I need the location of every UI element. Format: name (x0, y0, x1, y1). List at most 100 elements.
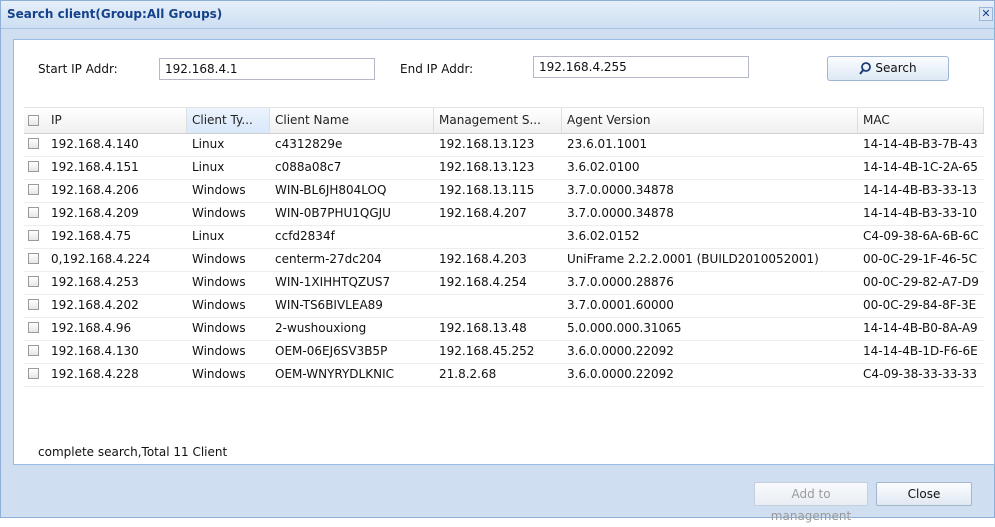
column-header-agent-version[interactable]: Agent Version (562, 108, 858, 133)
cell-client-name: 2-wushouxiong (275, 321, 367, 335)
table-row[interactable]: 0,192.168.4.224 Windows centerm-27dc204 192… (24, 248, 984, 272)
cell-management-server: 192.168.13.115 (439, 183, 535, 197)
table-row[interactable]: 192.168.4.202 Windows WIN-TS6BIVLEA89 3.7.0… (24, 294, 984, 318)
cell-agent-version: 3.6.0.0000.22092 (567, 344, 674, 358)
table-row[interactable]: 192.168.4.130 Windows OEM-06EJ6SV3B5P 192.1… (24, 340, 984, 364)
cell-management-server: 192.168.45.252 (439, 344, 535, 358)
cell-mac: C4-09-38-6A-6B-6C (863, 229, 979, 243)
cell-client-name: centerm-27dc204 (275, 252, 382, 266)
table-row[interactable]: 192.168.4.140 Linux c4312829e 192.168.13.12… (24, 133, 984, 157)
row-checkbox[interactable] (28, 207, 39, 218)
cell-ip: 192.168.4.253 (51, 275, 139, 289)
magnifier-icon (859, 60, 872, 83)
search-client-dialog: Search client(Group:All Groups) ✕ Start … (0, 0, 995, 523)
cell-client-type: Windows (192, 275, 246, 289)
end-ip-label: End IP Addr: (400, 62, 474, 76)
cell-mac: C4-09-38-33-33-33 (863, 367, 978, 381)
column-header-client-name[interactable]: Client Name (270, 108, 434, 133)
cell-client-type: Linux (192, 160, 225, 174)
column-header-management-server[interactable]: Management S... (434, 108, 562, 133)
cell-ip: 192.168.4.228 (51, 367, 139, 381)
cell-management-server: 192.168.13.48 (439, 321, 527, 335)
cell-mac: 00-0C-29-82-A7-D9 (863, 275, 979, 289)
dialog-title: Search client(Group:All Groups) (7, 7, 223, 21)
status-text: complete search,Total 11 Client (38, 445, 228, 459)
cell-client-name: WIN-0B7PHU1QGJU (275, 206, 391, 220)
row-checkbox[interactable] (28, 368, 39, 379)
column-header-mac[interactable]: MAC (858, 108, 984, 133)
column-header-client-type[interactable]: Client Ty... (187, 108, 270, 133)
cell-ip: 192.168.4.96 (51, 321, 132, 335)
cell-management-server: 192.168.4.254 (439, 275, 527, 289)
search-button-label: Search (875, 61, 917, 75)
row-checkbox[interactable] (28, 345, 39, 356)
row-checkbox[interactable] (28, 184, 39, 195)
cell-client-type: Windows (192, 252, 246, 266)
cell-mac: 14-14-4B-B3-33-13 (863, 183, 978, 197)
cell-mac: 00-0C-29-84-8F-3E (863, 298, 977, 312)
row-checkbox[interactable] (28, 230, 39, 241)
table-row[interactable]: 192.168.4.253 Windows WIN-1XIHHTQZUS7 192.1… (24, 271, 984, 295)
row-checkbox[interactable] (28, 253, 39, 264)
cell-client-name: ccfd2834f (275, 229, 335, 243)
row-checkbox[interactable] (28, 161, 39, 172)
select-all-checkbox[interactable] (28, 115, 39, 126)
column-header-ip[interactable]: IP (46, 108, 187, 133)
cell-agent-version: 3.6.0.0000.22092 (567, 367, 674, 381)
cell-agent-version: 23.6.01.1001 (567, 137, 648, 151)
cell-mac: 14-14-4B-1D-F6-6E (863, 344, 978, 358)
row-checkbox[interactable] (28, 138, 39, 149)
cell-client-type: Windows (192, 321, 246, 335)
cell-mac: 00-0C-29-1F-46-5C (863, 252, 978, 266)
client-grid: IP Client Ty... Client Name Management S...… (24, 107, 984, 428)
cell-ip: 192.168.4.206 (51, 183, 139, 197)
cell-agent-version: 3.7.0.0000.34878 (567, 183, 674, 197)
cell-client-type: Linux (192, 137, 225, 151)
table-row[interactable]: 192.168.4.151 Linux c088a08c7 192.168.13.12… (24, 156, 984, 180)
table-row[interactable]: 192.168.4.75 Linux ccfd2834f 3.6.02.0152 C4-… (24, 225, 984, 249)
search-panel: Start IP Addr: End IP Addr: Search IPCli… (13, 39, 995, 465)
cell-management-server (434, 294, 562, 317)
cell-client-type: Windows (192, 298, 246, 312)
row-checkbox[interactable] (28, 299, 39, 310)
add-to-management-button[interactable]: Add to management (754, 482, 868, 523)
cell-ip: 0,192.168.4.224 (51, 252, 151, 266)
cell-client-name: WIN-BL6JH804LOQ (275, 183, 387, 197)
cell-client-type: Windows (192, 344, 246, 358)
cell-ip: 192.168.4.209 (51, 206, 139, 220)
cell-ip: 192.168.4.202 (51, 298, 139, 312)
search-button[interactable]: Search (827, 56, 949, 81)
cell-agent-version: 3.6.02.0100 (567, 160, 640, 174)
cell-ip: 192.168.4.151 (51, 160, 139, 174)
cell-ip: 192.168.4.130 (51, 344, 139, 358)
dialog-titlebar[interactable]: Search client(Group:All Groups) ✕ (1, 1, 994, 29)
table-row[interactable]: 192.168.4.206 Windows WIN-BL6JH804LOQ 192.1… (24, 179, 984, 203)
cell-client-name: OEM-WNYRYDLKNIC (275, 367, 394, 381)
cell-client-name: WIN-1XIHHTQZUS7 (275, 275, 391, 289)
cell-agent-version: 3.7.0.0000.28876 (567, 275, 674, 289)
cell-client-name: OEM-06EJ6SV3B5P (275, 344, 388, 358)
cell-agent-version: 3.7.0.0001.60000 (567, 298, 674, 312)
cell-agent-version: 5.0.000.000.31065 (567, 321, 682, 335)
end-ip-input[interactable] (533, 56, 749, 78)
cell-agent-version: 3.6.02.0152 (567, 229, 640, 243)
table-row[interactable]: 192.168.4.228 Windows OEM-WNYRYDLKNIC 21.8.… (24, 363, 984, 387)
cell-ip: 192.168.4.75 (51, 229, 132, 243)
cell-management-server: 21.8.2.68 (439, 367, 497, 381)
close-button[interactable]: Close (876, 482, 972, 506)
start-ip-input[interactable] (159, 58, 375, 80)
row-checkbox[interactable] (28, 276, 39, 287)
cell-management-server (434, 225, 562, 248)
cell-agent-version: UniFrame 2.2.2.0001 (BUILD2010052001) (567, 252, 819, 266)
cell-mac: 14-14-4B-B3-33-10 (863, 206, 978, 220)
cell-management-server: 192.168.4.207 (439, 206, 527, 220)
table-row[interactable]: 192.168.4.209 Windows WIN-0B7PHU1QGJU 192.1… (24, 202, 984, 226)
cell-mac: 14-14-4B-1C-2A-65 (863, 160, 978, 174)
close-icon[interactable]: ✕ (979, 7, 993, 21)
cell-mac: 14-14-4B-B3-7B-43 (863, 137, 978, 151)
row-checkbox[interactable] (28, 322, 39, 333)
cell-client-type: Windows (192, 367, 246, 381)
table-row[interactable]: 192.168.4.96 Windows 2-wushouxiong 192.168.… (24, 317, 984, 341)
cell-management-server: 192.168.13.123 (439, 137, 535, 151)
cell-client-type: Linux (192, 229, 225, 243)
